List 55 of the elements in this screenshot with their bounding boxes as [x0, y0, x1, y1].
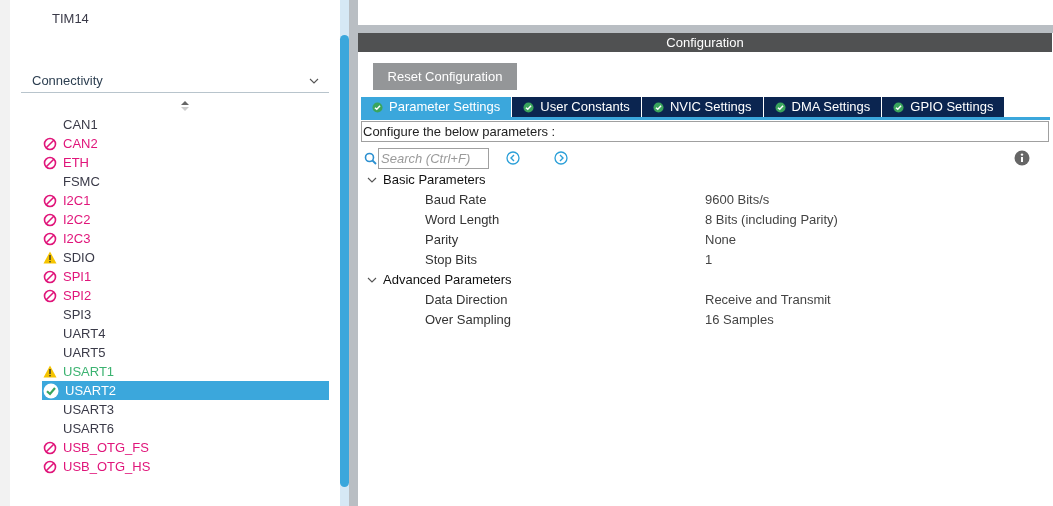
- sidebar-item[interactable]: UART4: [42, 324, 329, 343]
- check-icon: [372, 101, 383, 113]
- sidebar-item[interactable]: I2C2: [42, 210, 329, 229]
- parameter-name: Word Length: [425, 211, 501, 230]
- chevron-icon[interactable]: [367, 275, 377, 285]
- sidebar-item[interactable]: CAN2: [42, 134, 329, 153]
- sidebar-item[interactable]: USART6: [42, 419, 329, 438]
- check-icon: [893, 101, 905, 113]
- parameter-value: 16 Samples: [705, 311, 774, 330]
- check-icon: [774, 101, 786, 113]
- sidebar-item[interactable]: FSMC: [42, 172, 329, 191]
- search-field[interactable]: Search (Ctrl+F): [378, 147, 489, 169]
- sidebar-item[interactable]: I2C3: [42, 229, 329, 248]
- parameter-value: None: [705, 231, 737, 250]
- sidebar-item[interactable]: SPI1: [42, 267, 329, 286]
- group-label: Advanced Parameters: [383, 271, 512, 290]
- category-label: Connectivity: [32, 72, 103, 91]
- sort-icon[interactable]: [180, 100, 190, 112]
- sidebar-item[interactable]: USART3: [42, 400, 329, 419]
- parameter-value: 9600 Bits/s: [705, 191, 770, 210]
- sidebar-item[interactable]: UART5: [42, 343, 329, 362]
- sidebar-item[interactable]: SDIO: [42, 248, 329, 267]
- chevron-icon[interactable]: [309, 76, 319, 86]
- sidebar-item[interactable]: SPI2: [42, 286, 329, 305]
- settings-tab[interactable]: User Constants: [512, 97, 641, 117]
- info-icon[interactable]: [1014, 150, 1030, 166]
- next-icon[interactable]: [554, 151, 568, 165]
- previous-icon[interactable]: [506, 151, 520, 165]
- sidebar-item[interactable]: I2C1: [42, 191, 329, 210]
- parameter-value: 8 Bits (including Parity): [705, 211, 838, 230]
- hint-bar: Configure the below parameters :: [361, 121, 1049, 142]
- parameter-name: Over Sampling: [425, 311, 512, 330]
- sidebar-item[interactable]: TIM14: [10, 9, 340, 28]
- chevron-icon[interactable]: [367, 175, 377, 185]
- settings-tab[interactable]: DMA Settings: [763, 97, 882, 117]
- parameter-value: 1: [705, 251, 713, 270]
- sidebar-item[interactable]: USB_OTG_HS: [42, 457, 329, 476]
- group-label: Basic Parameters: [383, 171, 486, 190]
- parameter-name: Parity: [425, 231, 460, 250]
- parameter-name: Stop Bits: [425, 251, 479, 270]
- panel-header: Configuration: [358, 33, 1052, 52]
- settings-tab[interactable]: GPIO Settings: [882, 97, 1005, 117]
- parameter-name: Baud Rate: [425, 191, 488, 210]
- sidebar-item[interactable]: SPI3: [42, 305, 329, 324]
- scrollbar[interactable]: [340, 0, 349, 506]
- check-icon: [523, 101, 535, 113]
- settings-tab[interactable]: NVIC Settings: [641, 97, 763, 117]
- check-icon: [652, 101, 664, 113]
- parameter-name: Data Direction: [425, 291, 509, 310]
- category-header[interactable]: Connectivity: [21, 70, 329, 93]
- parameter-value: Receive and Transmit: [705, 291, 831, 310]
- sidebar-item[interactable]: ETH: [42, 153, 329, 172]
- search-icon: [364, 151, 377, 165]
- sidebar-item[interactable]: USB_OTG_FS: [42, 438, 329, 457]
- sidebar-item[interactable]: CAN1: [42, 115, 329, 134]
